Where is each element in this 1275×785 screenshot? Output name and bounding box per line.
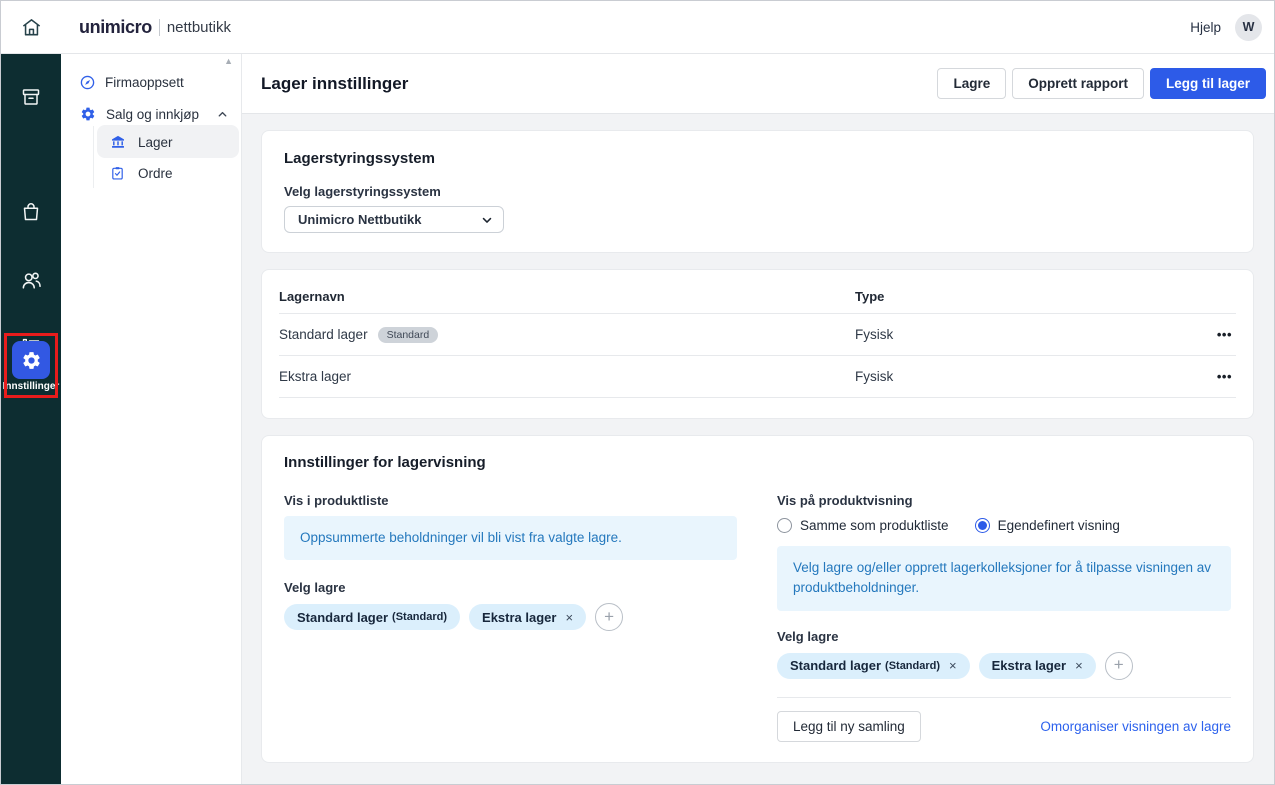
gear-small-icon <box>79 106 96 122</box>
select-label: Velg lagerstyringssystem <box>284 184 1231 199</box>
app-window: unimicro nettbutikk Hjelp W <box>0 0 1275 785</box>
nav-item-label: Firmaoppsett <box>105 75 184 90</box>
add-warehouse-button[interactable]: Legg til lager <box>1150 68 1266 99</box>
page-title: Lager innstillinger <box>261 74 937 94</box>
gear-icon <box>21 350 42 371</box>
logo-divider <box>159 19 160 36</box>
warehouse-system-select[interactable]: Unimicro Nettbutikk <box>284 206 504 233</box>
chips-label: Velg lagre <box>284 580 737 595</box>
row-menu-button[interactable]: ••• <box>1213 326 1236 343</box>
warehouse-chip[interactable]: Ekstra lager × <box>469 604 586 630</box>
warehouse-bank-icon <box>109 134 126 150</box>
table-header-row: Lagernavn Type <box>279 280 1236 314</box>
warehouse-name: Standard lager <box>279 327 368 342</box>
table-row[interactable]: Ekstra lager Fysisk ••• <box>279 356 1236 398</box>
reorder-warehouses-link[interactable]: Omorganiser visningen av lagre <box>1040 719 1231 734</box>
chip-label: Standard lager <box>790 658 881 673</box>
logo: unimicro nettbutikk <box>79 17 231 38</box>
product-name: nettbutikk <box>167 19 231 36</box>
clipboard-check-icon <box>109 165 126 181</box>
card-title: Lagerstyringssystem <box>284 150 1231 167</box>
save-button[interactable]: Lagre <box>937 68 1006 99</box>
standard-badge: Standard <box>378 327 439 343</box>
avatar[interactable]: W <box>1235 14 1262 41</box>
radio-icon-selected <box>975 518 990 533</box>
app-sidebar: Innstillinger <box>1 54 61 784</box>
nav-item-lager[interactable]: Lager <box>109 127 173 157</box>
column-header-type: Type <box>855 289 1196 304</box>
topbar: unimicro nettbutikk Hjelp W <box>1 1 1274 54</box>
sidebar-item-settings[interactable] <box>12 341 50 379</box>
chip-label: Ekstra lager <box>992 658 1066 673</box>
section-label: Vis i produktliste <box>284 493 737 508</box>
warehouse-chip[interactable]: Ekstra lager × <box>979 653 1096 679</box>
radio-icon <box>777 518 792 533</box>
info-message: Velg lagre og/eller opprett lagerkolleks… <box>777 546 1231 611</box>
add-warehouse-chip-button[interactable]: + <box>1105 652 1133 680</box>
add-collection-button[interactable]: Legg til ny samling <box>777 711 921 742</box>
chip-label: Ekstra lager <box>482 610 556 625</box>
radio-custom-view[interactable]: Egendefinert visning <box>975 518 1120 533</box>
warehouse-table-card: Lagernavn Type Standard lager Standard F… <box>261 269 1254 419</box>
warehouse-chip[interactable]: Standard lager (Standard) <box>284 604 460 630</box>
nav-item-firmaoppsett[interactable]: Firmaoppsett <box>79 67 184 97</box>
nav-item-label: Ordre <box>138 166 173 181</box>
settings-label: Innstillinger <box>1 381 61 392</box>
brand-name: unimicro <box>79 17 152 38</box>
add-warehouse-chip-button[interactable]: + <box>595 603 623 631</box>
column-header-lagernavn: Lagernavn <box>279 289 855 304</box>
radio-same-as-productlist[interactable]: Samme som produktliste <box>777 518 949 533</box>
radio-label: Samme som produktliste <box>800 518 949 533</box>
product-list-section: Vis i produktliste Oppsummerte beholdnin… <box>284 493 737 742</box>
scroll-up-icon[interactable]: ▲ <box>224 56 233 66</box>
remove-chip-icon[interactable]: × <box>949 658 957 673</box>
help-link[interactable]: Hjelp <box>1190 20 1221 35</box>
table-row[interactable]: Standard lager Standard Fysisk ••• <box>279 314 1236 356</box>
main-content: Lager innstillinger Lagre Opprett rappor… <box>242 54 1274 784</box>
info-message: Oppsummerte beholdninger vil bli vist fr… <box>284 516 737 560</box>
chevron-up-icon[interactable] <box>216 108 229 121</box>
home-button[interactable] <box>1 1 61 53</box>
radio-label: Egendefinert visning <box>998 518 1120 533</box>
remove-chip-icon[interactable]: × <box>565 610 573 625</box>
card-title: Innstillinger for lagervisning <box>284 454 1231 471</box>
display-settings-card: Innstillinger for lagervisning Vis i pro… <box>261 435 1254 763</box>
warehouse-type: Fysisk <box>855 369 1196 384</box>
chips-label: Velg lagre <box>777 629 1231 644</box>
chip-label: Standard lager <box>297 610 388 625</box>
users-icon <box>19 268 44 293</box>
warehouse-name: Ekstra lager <box>279 369 351 384</box>
remove-chip-icon[interactable]: × <box>1075 658 1083 673</box>
nav-item-label: Salg og innkjøp <box>106 107 216 122</box>
warehouse-type: Fysisk <box>855 327 1196 342</box>
page-header: Lager innstillinger Lagre Opprett rappor… <box>242 54 1274 114</box>
nav-sidebar: ▲ Firmaoppsett Salg og innkjøp <box>61 54 242 784</box>
divider <box>777 697 1231 698</box>
sidebar-item-shop[interactable] <box>1 196 61 228</box>
warehouse-system-card: Lagerstyringssystem Velg lagerstyringssy… <box>261 130 1254 253</box>
chip-suffix: (Standard) <box>392 611 447 623</box>
compass-icon <box>79 74 96 91</box>
product-view-section: Vis på produktvisning Samme som produktl… <box>777 493 1231 742</box>
home-icon <box>20 16 43 39</box>
section-label: Vis på produktvisning <box>777 493 1231 508</box>
sidebar-item-customers[interactable] <box>1 264 61 296</box>
sidebar-item-archive[interactable] <box>1 81 61 113</box>
nav-item-label: Lager <box>138 135 173 150</box>
chip-suffix: (Standard) <box>885 660 940 672</box>
warehouse-chip[interactable]: Standard lager (Standard) × <box>777 653 970 679</box>
shopping-bag-icon <box>19 200 43 224</box>
create-report-button[interactable]: Opprett rapport <box>1012 68 1144 99</box>
row-menu-button[interactable]: ••• <box>1213 368 1236 385</box>
archive-box-icon <box>19 85 43 109</box>
chevron-down-icon <box>480 213 494 227</box>
nav-item-ordre[interactable]: Ordre <box>109 158 173 188</box>
nav-indent-guide <box>93 126 94 188</box>
selected-option: Unimicro Nettbutikk <box>298 212 480 227</box>
